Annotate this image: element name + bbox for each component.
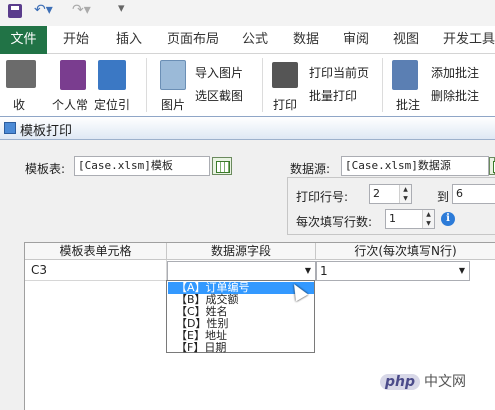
ribbon-button-print-current[interactable]: 打印当前页 xyxy=(309,64,369,81)
ribbon-button-locate[interactable]: 定位引 xyxy=(94,96,130,113)
rows-per-fill-stepper[interactable]: 1 ▲ ▼ xyxy=(385,209,435,229)
dialog-title: 模板打印 xyxy=(20,124,73,139)
info-icon[interactable]: i xyxy=(441,212,455,226)
ribbon-button-personal[interactable]: 个人常 xyxy=(52,96,88,113)
rows-per-fill-label: 每次填写行数: xyxy=(296,215,373,229)
row-number-value: 1 xyxy=(320,264,328,278)
column-header-datasource-field[interactable]: 数据源字段 xyxy=(167,243,316,260)
dialog-app-icon xyxy=(4,122,16,134)
to-label: 到 xyxy=(437,190,450,204)
tab-data[interactable]: 数据 xyxy=(293,26,319,54)
ribbon-button-import-image[interactable]: 导入图片 xyxy=(195,64,243,81)
printer-icon xyxy=(272,62,298,88)
datasource-field[interactable]: [Case.xlsm]数据源 xyxy=(341,156,489,176)
ribbon-tabs: 文件 开始 插入 页面布局 公式 数据 审阅 视图 开发工具 xyxy=(0,26,495,54)
chevron-down-icon[interactable]: ▼ xyxy=(305,262,311,280)
undo-icon[interactable]: ↶▾ xyxy=(34,2,53,18)
template-label: 模板表: xyxy=(25,162,66,176)
dialog-title-bar[interactable]: 模板打印 xyxy=(0,116,495,140)
ribbon-button-delete-note[interactable]: 删除批注 xyxy=(431,87,479,104)
picture-icon xyxy=(160,60,186,90)
template-field[interactable]: [Case.xlsm]模板 xyxy=(74,156,210,176)
personal-icon xyxy=(60,60,86,90)
row-to-value: 6 xyxy=(456,187,463,200)
row-to-stepper[interactable]: 6 xyxy=(452,184,495,204)
column-header-row-number[interactable]: 行次(每次填写N行) xyxy=(316,243,495,260)
locate-icon xyxy=(98,60,126,90)
tab-page-layout[interactable]: 页面布局 xyxy=(167,26,219,54)
watermark-text: 中文网 xyxy=(424,374,467,390)
ribbon-button-shou[interactable]: 收 xyxy=(13,96,25,113)
watermark-logo: php xyxy=(380,374,421,390)
dropdown-option[interactable]: 【F】日期 xyxy=(168,342,314,354)
toolbox-icon xyxy=(6,60,36,88)
row-from-stepper[interactable]: 2 ▲ ▼ xyxy=(369,184,412,204)
ribbon-button-select-screenshot[interactable]: 选区截图 xyxy=(195,87,243,104)
datasource-picker-icon[interactable] xyxy=(489,157,495,175)
redo-icon[interactable]: ↷▾ xyxy=(72,2,91,18)
ribbon-button-print[interactable]: 打印 xyxy=(273,96,297,113)
quick-access-toolbar: ↶▾ ↷▾ ▾ xyxy=(0,0,495,26)
row-number-select[interactable]: 1 ▼ xyxy=(316,261,470,281)
datasource-label: 数据源: xyxy=(290,162,331,176)
tab-review[interactable]: 审阅 xyxy=(343,26,369,54)
tab-view[interactable]: 视图 xyxy=(393,26,419,54)
column-header-template-cell[interactable]: 模板表单元格 xyxy=(25,243,167,260)
ribbon: 收 个人常 定位引 图片 导入图片 选区截图 打印 打印当前页 批量打印 批注 … xyxy=(0,54,495,116)
customize-qat-icon[interactable]: ▾ xyxy=(118,1,125,16)
ribbon-separator xyxy=(262,58,263,112)
ribbon-separator xyxy=(382,58,383,112)
print-row-label: 打印行号: xyxy=(296,190,349,204)
datasource-field-select[interactable]: ▼ xyxy=(167,261,316,281)
tab-file[interactable]: 文件 xyxy=(0,26,47,54)
ribbon-separator xyxy=(146,58,147,112)
grid-cell-template-cell[interactable]: C3 xyxy=(25,260,167,281)
tab-insert[interactable]: 插入 xyxy=(116,26,142,54)
row-from-value: 2 xyxy=(373,187,380,200)
ribbon-button-image[interactable]: 图片 xyxy=(161,96,185,113)
tab-home[interactable]: 开始 xyxy=(63,26,89,54)
chevron-down-icon[interactable]: ▼ xyxy=(459,262,465,280)
stepper-arrows-icon[interactable]: ▲ ▼ xyxy=(422,210,434,228)
template-picker-icon[interactable] xyxy=(212,157,232,175)
ribbon-button-annotate[interactable]: 批注 xyxy=(396,96,420,113)
stepper-arrows-icon[interactable]: ▲ ▼ xyxy=(399,185,411,203)
save-icon[interactable] xyxy=(8,4,22,18)
ribbon-button-add-note[interactable]: 添加批注 xyxy=(431,64,479,81)
annotate-pen-icon xyxy=(392,60,418,90)
watermark: php 中文网 xyxy=(380,371,466,391)
tab-formulas[interactable]: 公式 xyxy=(242,26,268,54)
tab-developer[interactable]: 开发工具 xyxy=(443,26,495,54)
ribbon-button-batch-print[interactable]: 批量打印 xyxy=(309,87,357,104)
rows-per-fill-value: 1 xyxy=(389,212,396,225)
